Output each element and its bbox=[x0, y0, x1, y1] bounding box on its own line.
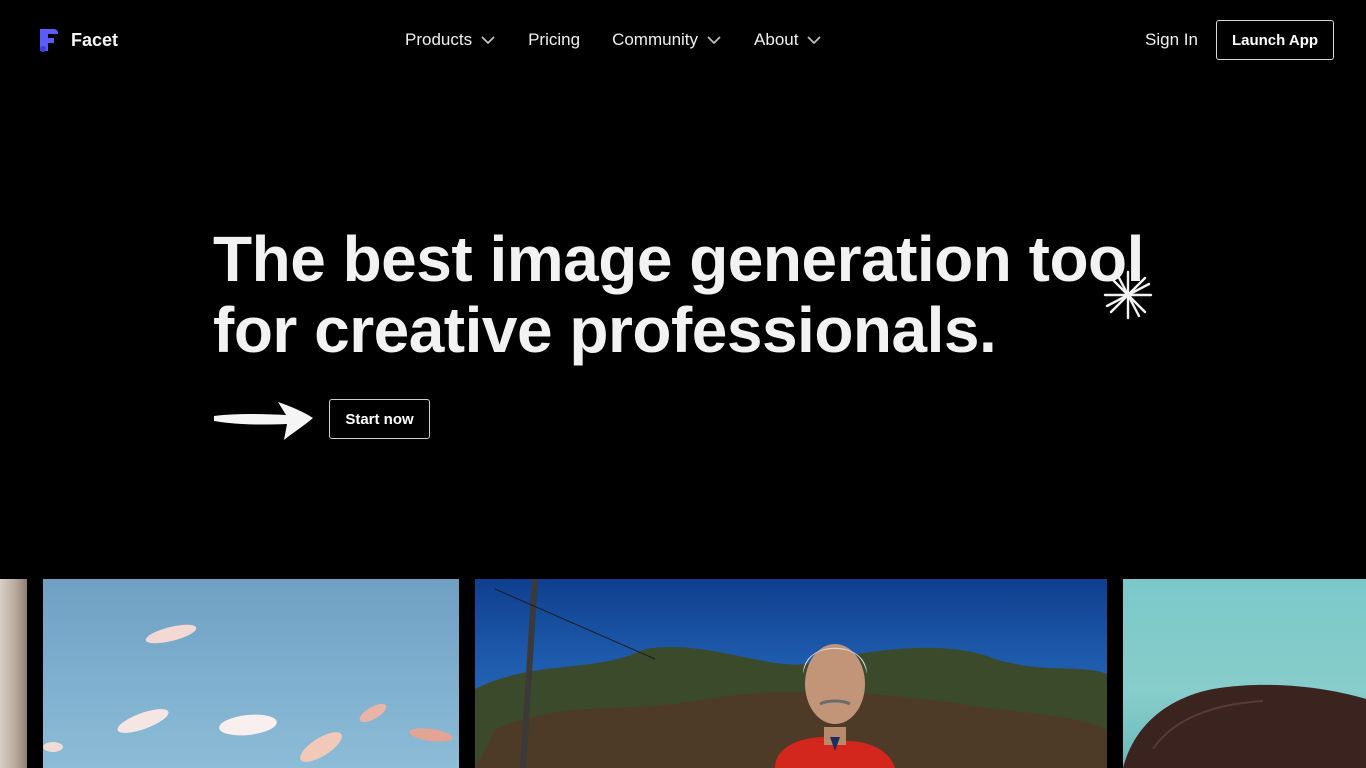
main-nav: Products Pricing Community About bbox=[405, 30, 821, 50]
launch-app-button[interactable]: Launch App bbox=[1216, 20, 1334, 60]
top-nav: Facet Products Pricing Community About S… bbox=[0, 0, 1366, 80]
portrait-illustration bbox=[475, 579, 1107, 768]
landing-page: Facet Products Pricing Community About S… bbox=[0, 0, 1366, 768]
start-now-button[interactable]: Start now bbox=[329, 399, 430, 439]
nav-item-label: Community bbox=[612, 30, 699, 49]
gallery-image-man-red-jacket[interactable] bbox=[475, 579, 1107, 768]
gallery-image-koi-fish-sky[interactable] bbox=[43, 579, 459, 768]
koi-fish-illustration bbox=[43, 624, 453, 762]
brand-name: Facet bbox=[71, 29, 119, 50]
gallery-image-portrait-partial[interactable] bbox=[0, 579, 27, 768]
gallery-image-dark-hair-teal[interactable] bbox=[1123, 579, 1366, 768]
brand-link[interactable]: Facet bbox=[37, 27, 118, 53]
hero-title-line-2: for creative professionals. bbox=[213, 294, 997, 366]
nav-item-label: About bbox=[754, 30, 799, 49]
chevron-down-icon bbox=[808, 36, 821, 44]
sign-in-link[interactable]: Sign In bbox=[1145, 30, 1198, 50]
nav-item-label: Products bbox=[405, 30, 473, 49]
nav-item-pricing[interactable]: Pricing bbox=[528, 30, 580, 50]
hero-title-line-1: The best image generation tool bbox=[213, 223, 1144, 295]
sparkle-icon bbox=[1103, 270, 1153, 320]
hair-illustration bbox=[1123, 684, 1366, 768]
hero-title: The best image generation tool for creat… bbox=[213, 223, 1144, 366]
nav-item-label: Pricing bbox=[528, 30, 581, 49]
hand-drawn-arrow-icon bbox=[214, 402, 313, 440]
nav-item-community[interactable]: Community bbox=[612, 30, 721, 50]
nav-item-about[interactable]: About bbox=[754, 30, 821, 50]
nav-item-products[interactable]: Products bbox=[405, 30, 495, 50]
chevron-down-icon bbox=[707, 36, 721, 44]
chevron-down-icon bbox=[481, 36, 495, 44]
facet-logo-icon bbox=[40, 29, 58, 52]
